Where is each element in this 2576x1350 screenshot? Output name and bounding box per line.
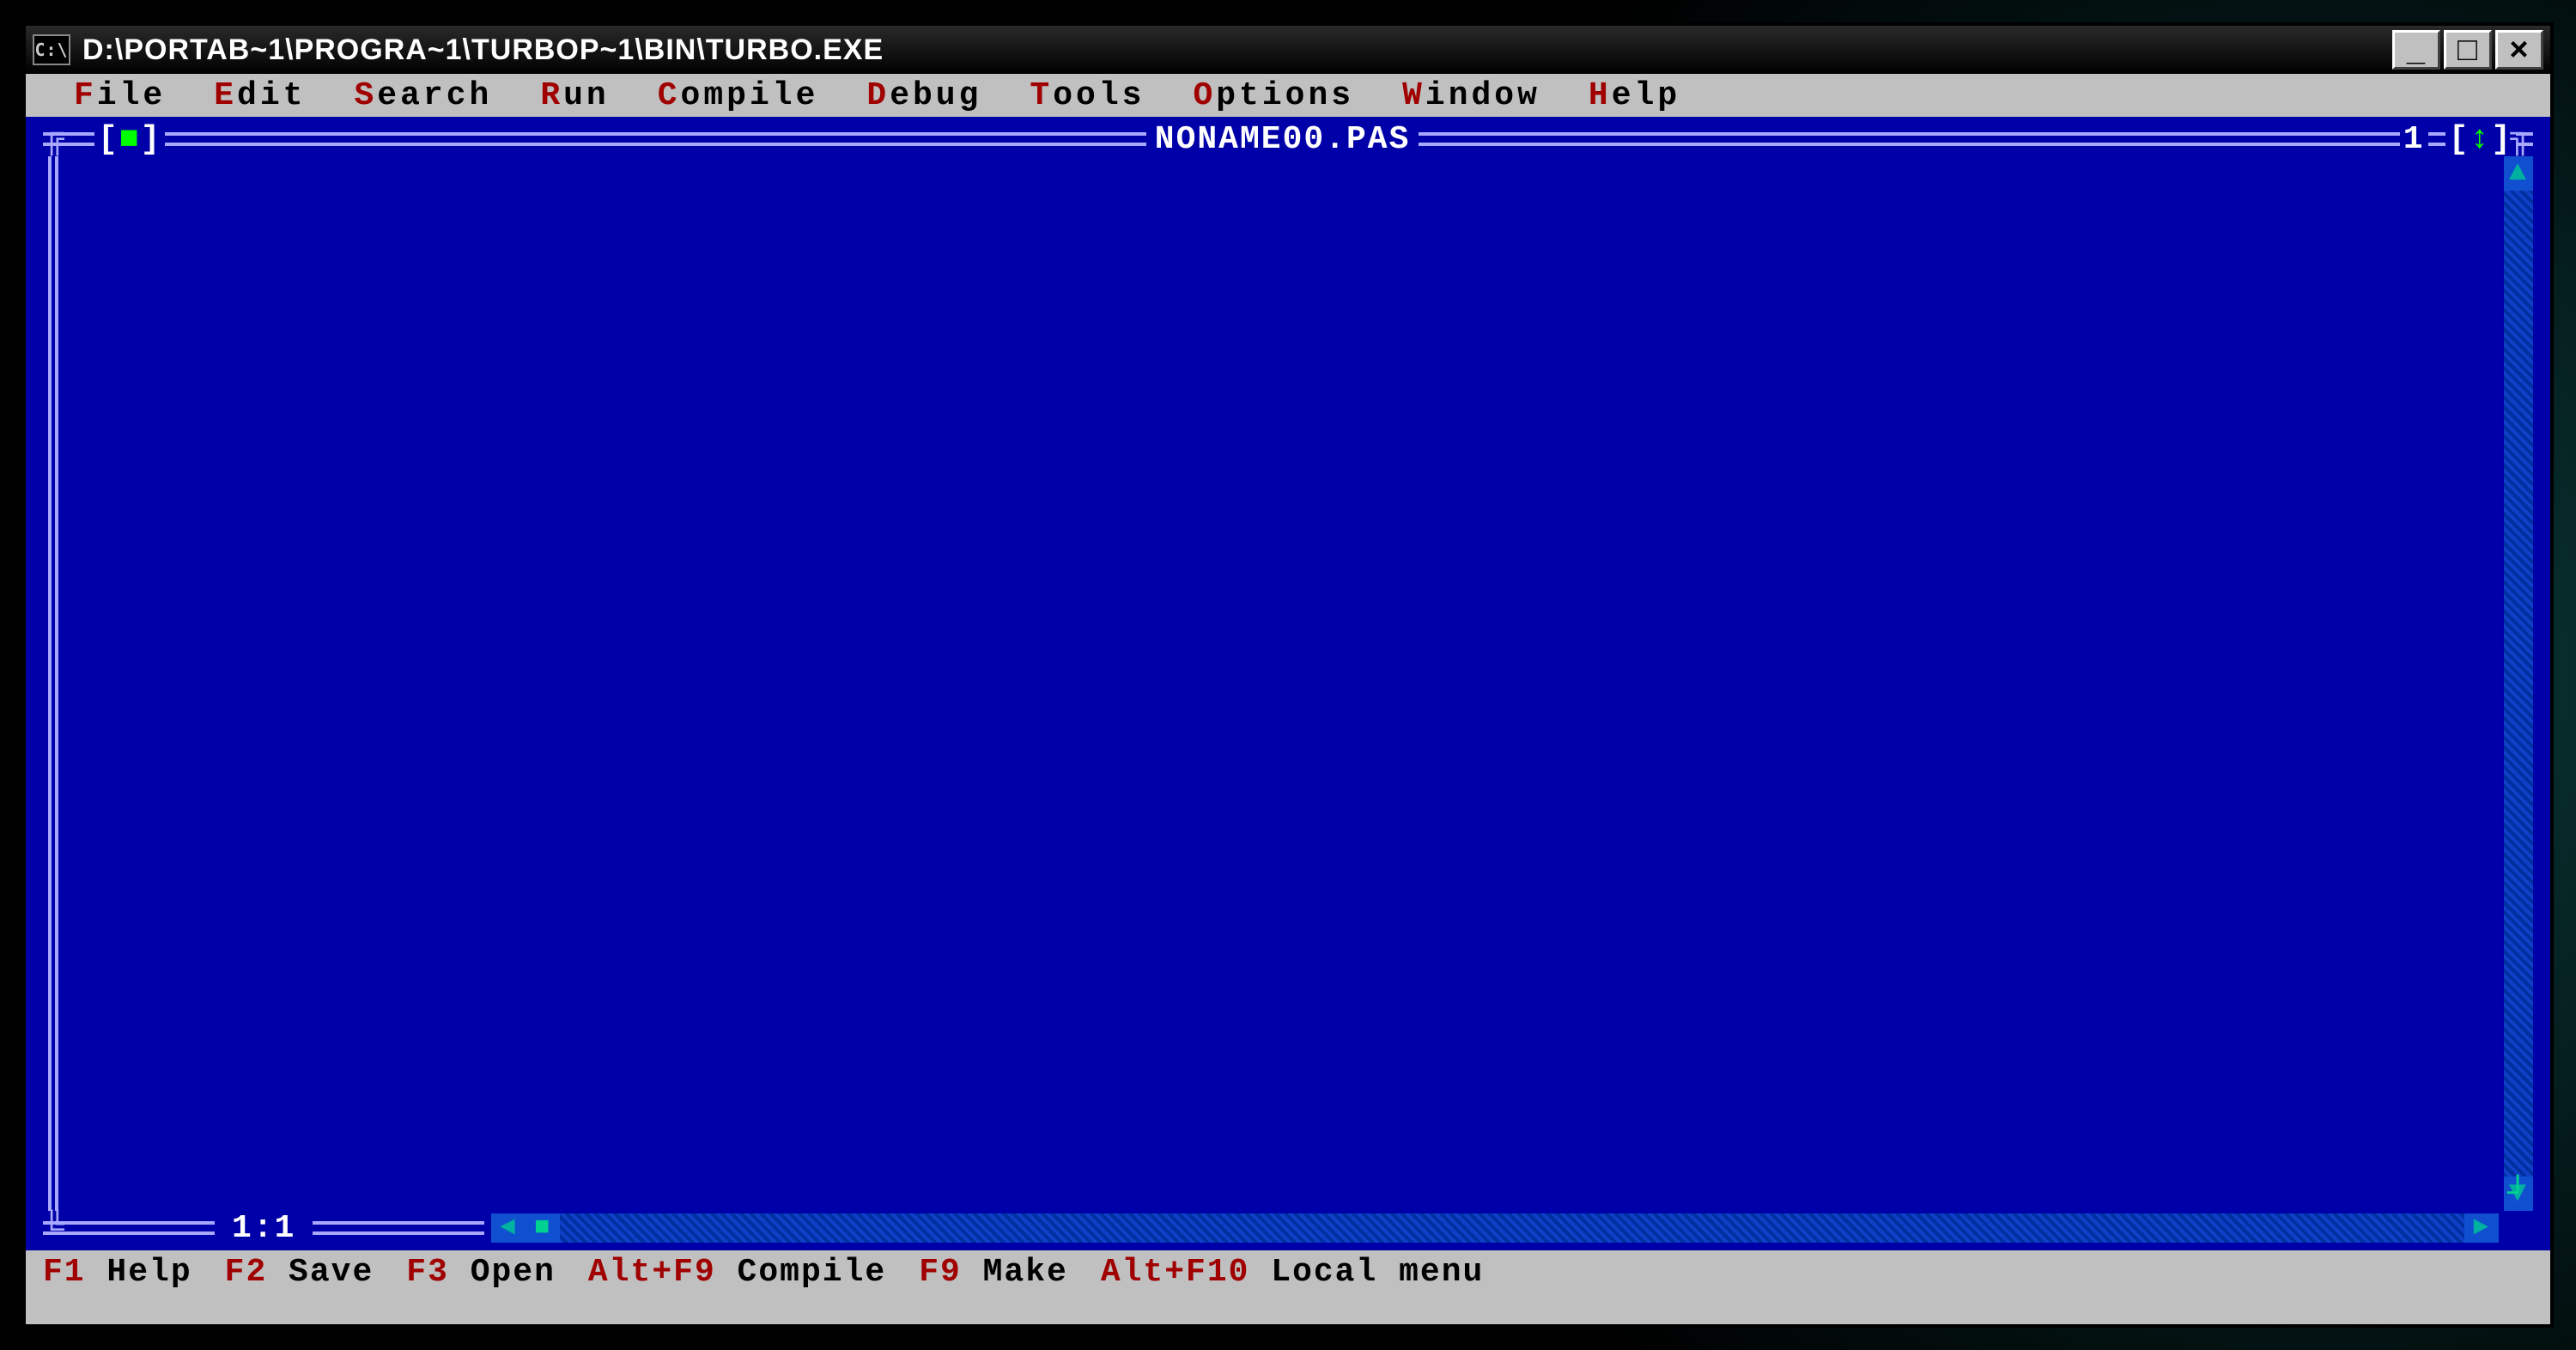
editor-area[interactable]: ╔ ╗ ╚ [■] NONAME00.PAS 1 [↕] xyxy=(26,117,2550,1250)
menu-file[interactable]: File xyxy=(50,77,190,114)
hk: E xyxy=(214,77,237,114)
lbl: ebug xyxy=(890,77,981,114)
frame-seg xyxy=(43,132,94,146)
bracket-r: ] xyxy=(2491,121,2512,158)
lbl: ools xyxy=(1053,77,1145,114)
menu-bar: File Edit Search Run Compile Debug Tools… xyxy=(26,74,2550,117)
minimize-icon: _ xyxy=(2407,32,2426,69)
menu-edit[interactable]: Edit xyxy=(190,77,330,114)
editor-top-border: [■] NONAME00.PAS 1 [↕] xyxy=(43,122,2533,156)
sb-help[interactable]: F1 Help xyxy=(43,1254,192,1291)
frame-left-inner xyxy=(55,156,58,1211)
maximize-icon: □ xyxy=(2458,32,2478,69)
hk: S xyxy=(354,77,377,114)
scroll-up-button[interactable]: ▲ xyxy=(2504,156,2533,191)
lbl: dit xyxy=(237,77,306,114)
sb-make[interactable]: F9 Make xyxy=(919,1254,1068,1291)
lbl: elp xyxy=(1612,77,1680,114)
hk: R xyxy=(540,77,563,114)
sb-compile[interactable]: Alt+F9 Compile xyxy=(588,1254,886,1291)
vertical-scrollbar[interactable]: ▲ ▼ xyxy=(2504,156,2533,1211)
menu-run[interactable]: Run xyxy=(516,77,633,114)
cursor-position: 1:1 xyxy=(232,1210,295,1247)
editor-close-box[interactable]: [■] xyxy=(98,121,161,158)
zoom-arrow-icon: ↕ xyxy=(2470,121,2491,158)
bracket-l: [ xyxy=(2449,121,2470,158)
bracket-l: [ xyxy=(98,121,119,158)
editor-bottom-border: 1:1 ◄ ■ ► xyxy=(43,1211,2533,1245)
close-square-icon: ■ xyxy=(119,121,141,158)
close-icon: × xyxy=(2509,32,2529,69)
minimize-button[interactable]: _ xyxy=(2392,30,2440,70)
lbl: ile xyxy=(97,77,166,114)
editor-filename: NONAME00.PAS xyxy=(1155,121,1411,158)
resize-corner[interactable]: ┘ xyxy=(2500,1178,2537,1214)
hk: D xyxy=(866,77,890,114)
sb-label: Make xyxy=(962,1254,1068,1291)
hk: H xyxy=(1589,77,1612,114)
lbl: indow xyxy=(1425,77,1540,114)
sb-label: Local menu xyxy=(1249,1254,1484,1291)
sb-key: F2 xyxy=(225,1254,268,1291)
hk: T xyxy=(1030,77,1053,114)
hk: F xyxy=(74,77,97,114)
menu-compile[interactable]: Compile xyxy=(634,77,843,114)
sb-label: Open xyxy=(449,1254,556,1291)
editor-window-number: 1 xyxy=(2403,121,2425,158)
maximize-button[interactable]: □ xyxy=(2444,30,2492,70)
sb-save[interactable]: F2 Save xyxy=(225,1254,374,1291)
menu-tools[interactable]: Tools xyxy=(1005,77,1169,114)
frame-seg xyxy=(165,132,1145,146)
editor-zoom-box[interactable]: [↕] xyxy=(2449,121,2512,158)
arrow-up-icon: ▲ xyxy=(2509,157,2528,190)
horizontal-scrollbar[interactable]: ◄ ■ ► xyxy=(491,1213,2499,1243)
sb-open[interactable]: F3 Open xyxy=(406,1254,556,1291)
sb-key: Alt+F9 xyxy=(588,1254,716,1291)
menu-options[interactable]: Options xyxy=(1169,77,1378,114)
window-buttons: _ □ × xyxy=(2392,30,2543,70)
frame-seg xyxy=(1419,132,2399,146)
menu-debug[interactable]: Debug xyxy=(842,77,1005,114)
close-button[interactable]: × xyxy=(2495,30,2543,70)
frame-seg xyxy=(2516,132,2533,146)
window-title: D:\PORTAB~1\PROGRA~1\TURBOP~1\BIN\TURBO.… xyxy=(82,33,2392,67)
lbl: earch xyxy=(377,77,492,114)
titlebar[interactable]: C:\ D:\PORTAB~1\PROGRA~1\TURBOP~1\BIN\TU… xyxy=(26,26,2550,74)
sb-localmenu[interactable]: Alt+F10 Local menu xyxy=(1101,1254,1484,1291)
frame-seg xyxy=(313,1221,484,1235)
editor-frame: ╔ ╗ ╚ [■] NONAME00.PAS 1 [↕] xyxy=(43,117,2533,1250)
hk: C xyxy=(658,77,681,114)
sb-key: F3 xyxy=(406,1254,449,1291)
status-bar: F1 Help F2 Save F3 Open Alt+F9 Compile F… xyxy=(26,1250,2550,1293)
lbl: ompile xyxy=(681,77,819,114)
frame-left-outer xyxy=(48,156,52,1211)
arrow-left-icon: ◄ xyxy=(500,1213,517,1243)
scroll-thumb[interactable]: ■ xyxy=(526,1213,560,1243)
sb-label: Compile xyxy=(716,1254,886,1291)
system-menu-icon[interactable]: C:\ xyxy=(33,34,70,65)
scroll-right-button[interactable]: ► xyxy=(2464,1213,2499,1243)
lbl: ptions xyxy=(1216,77,1354,114)
frame-seg xyxy=(43,1221,215,1235)
menu-window[interactable]: Window xyxy=(1378,77,1564,114)
lbl: un xyxy=(563,77,610,114)
bracket-r: ] xyxy=(141,121,162,158)
sb-key: Alt+F10 xyxy=(1101,1254,1250,1291)
sb-key: F9 xyxy=(919,1254,962,1291)
hk: W xyxy=(1402,77,1425,114)
hk: O xyxy=(1193,77,1216,114)
sysicon-text: C:\ xyxy=(34,40,68,60)
arrow-right-icon: ► xyxy=(2473,1213,2490,1243)
sb-label: Save xyxy=(267,1254,374,1291)
menu-search[interactable]: Search xyxy=(330,77,516,114)
thumb-icon: ■ xyxy=(534,1213,551,1243)
sb-key: F1 xyxy=(43,1254,86,1291)
sb-label: Help xyxy=(86,1254,192,1291)
app-window: C:\ D:\PORTAB~1\PROGRA~1\TURBOP~1\BIN\TU… xyxy=(22,22,2554,1328)
scroll-left-button[interactable]: ◄ xyxy=(491,1213,526,1243)
resize-icon: ┘ xyxy=(2507,1176,2530,1214)
frame-seg xyxy=(2428,132,2445,146)
menu-help[interactable]: Help xyxy=(1564,77,1704,114)
